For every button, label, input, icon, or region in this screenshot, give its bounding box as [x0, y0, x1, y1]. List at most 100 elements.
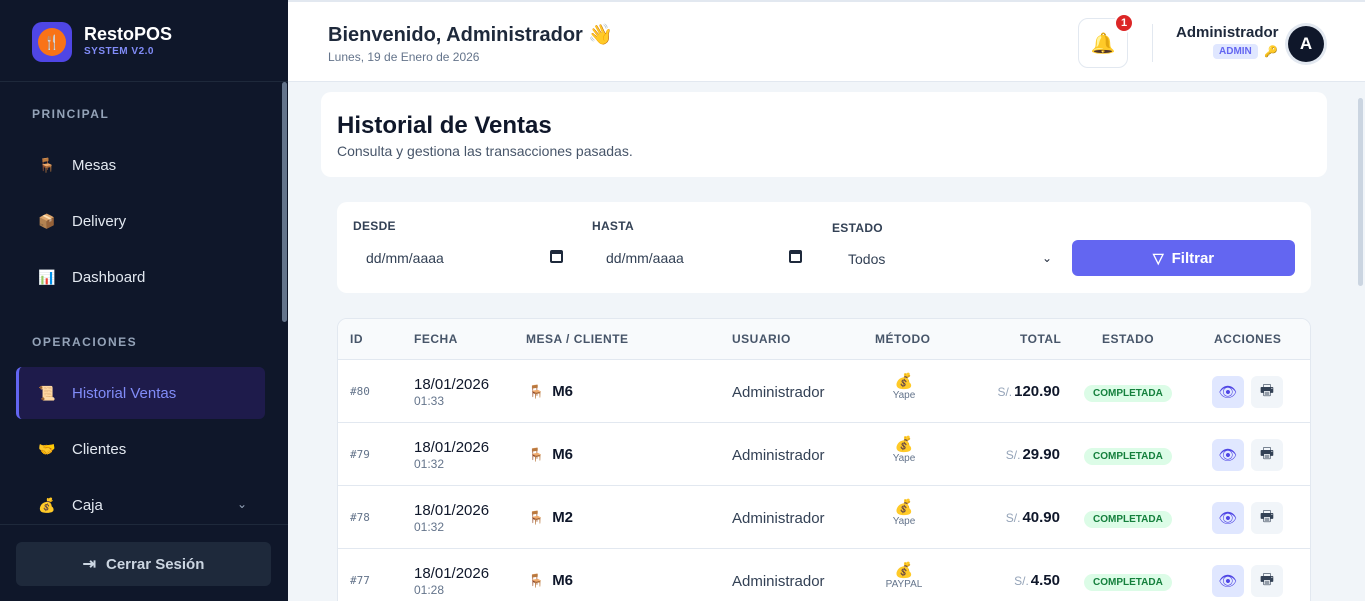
table-row: #78 18/01/2026 01:32 🪑 M2 Administrador 💰…	[338, 486, 1310, 549]
sale-total: S/. 29.90	[1006, 446, 1060, 463]
eye-icon: 👁	[1218, 510, 1238, 527]
sidebar-item-delivery[interactable]: 📦 Delivery	[16, 195, 265, 247]
status-badge: COMPLETADA	[1084, 511, 1172, 528]
sale-user: Administrador	[732, 447, 825, 464]
sidebar-item-clientes[interactable]: 🤝 Clientes	[16, 423, 265, 475]
sale-method: 💰 Yape	[868, 436, 940, 464]
chair-icon: 🪑	[528, 572, 545, 588]
column-header-usuario: USUARIO	[732, 332, 791, 346]
top-header: Bienvenido, Administrador 👋 Lunes, 19 de…	[288, 0, 1365, 82]
sale-user: Administrador	[732, 510, 825, 527]
to-date-input[interactable]: dd/mm/aaaa	[606, 246, 684, 270]
mesa-label: M6	[552, 572, 574, 589]
to-date-label: HASTA	[592, 219, 634, 233]
sidebar-item-dashboard[interactable]: 📊 Dashboard	[16, 251, 265, 303]
total-value: 120.90	[1014, 383, 1060, 400]
column-header-fecha: FECHA	[414, 332, 458, 346]
brand: 🍴 RestoPOS SYSTEM V2.0	[0, 0, 288, 82]
avatar[interactable]: A	[1288, 26, 1324, 62]
calendar-icon[interactable]	[550, 250, 563, 263]
column-header-metodo: MÉTODO	[875, 332, 931, 346]
scroll-icon: 📜	[38, 384, 56, 401]
view-button[interactable]: 👁	[1212, 376, 1244, 408]
sale-time: 01:32	[414, 457, 445, 471]
eye-icon: 👁	[1218, 573, 1238, 590]
print-button[interactable]: 🖶	[1251, 439, 1283, 471]
sidebar-item-label: Clientes	[72, 440, 127, 458]
mesa-label: M6	[552, 383, 574, 400]
sale-id: #80	[350, 385, 370, 398]
status-select[interactable]: Todos	[848, 247, 1058, 271]
printer-icon: 🖶	[1259, 444, 1275, 462]
sidebar-item-historial-ventas[interactable]: 📜 Historial Ventas	[16, 367, 265, 419]
handshake-icon: 🤝	[38, 440, 56, 457]
page-title-card: Historial de Ventas Consulta y gestiona …	[321, 92, 1327, 177]
table-header: ID FECHA MESA / CLIENTE USUARIO MÉTODO T…	[338, 319, 1310, 360]
currency-symbol: S/.	[1005, 511, 1021, 525]
section-title-operaciones: OPERACIONES	[32, 335, 138, 349]
eye-icon: 👁	[1218, 384, 1238, 401]
print-button[interactable]: 🖶	[1251, 502, 1283, 534]
key-icon: 🔑	[1264, 46, 1278, 58]
brand-subtitle: SYSTEM V2.0	[84, 46, 154, 57]
status-badge: COMPLETADA	[1084, 574, 1172, 591]
sale-mesa: 🪑 M6	[528, 446, 573, 463]
table-row: #80 18/01/2026 01:33 🪑 M6 Administrador 💰…	[338, 360, 1310, 423]
view-button[interactable]: 👁	[1212, 502, 1244, 534]
method-label: PAYPAL	[885, 579, 923, 590]
bell-icon: 🔔	[1090, 32, 1116, 55]
money-bag-icon: 💰	[894, 373, 914, 390]
chair-icon: 🪑	[528, 446, 545, 462]
column-header-mesa-cliente: MESA / CLIENTE	[526, 332, 629, 346]
currency-symbol: S/.	[1005, 448, 1021, 462]
from-date-input[interactable]: dd/mm/aaaa	[366, 246, 444, 270]
sale-date: 18/01/2026	[414, 376, 490, 393]
column-header-id: ID	[350, 332, 363, 346]
sale-method: 💰 PAYPAL	[868, 562, 940, 590]
sale-time: 01:33	[414, 394, 445, 408]
sale-total: S/. 40.90	[1006, 509, 1060, 526]
section-title-principal: PRINCIPAL	[32, 107, 110, 121]
money-bag-icon: 💰	[38, 496, 56, 513]
sidebar-scrollbar[interactable]	[282, 82, 287, 322]
sale-date: 18/01/2026	[414, 565, 490, 582]
print-button[interactable]: 🖶	[1251, 376, 1283, 408]
notification-count-badge: 1	[1114, 13, 1134, 33]
view-button[interactable]: 👁	[1212, 439, 1244, 471]
sale-mesa: 🪑 M6	[528, 383, 573, 400]
column-header-acciones: ACCIONES	[1214, 332, 1282, 346]
sale-id: #77	[350, 574, 370, 587]
sale-method: 💰 Yape	[868, 499, 940, 527]
sidebar-item-label: Delivery	[72, 212, 127, 230]
mesa-label: M2	[552, 509, 574, 526]
sidebar-item-label: Caja	[72, 496, 103, 514]
logout-label: Cerrar Sesión	[106, 555, 205, 573]
currency-symbol: S/.	[997, 385, 1013, 399]
status-label: ESTADO	[832, 221, 883, 235]
page-scrollbar[interactable]	[1358, 98, 1363, 286]
welcome-title: Bienvenido, Administrador 👋	[328, 24, 614, 46]
sidebar-item-mesas[interactable]: 🪑 Mesas	[16, 139, 265, 191]
money-bag-icon: 💰	[894, 499, 914, 516]
sale-date: 18/01/2026	[414, 439, 490, 456]
chair-icon: 🪑	[528, 509, 545, 525]
sale-total: S/. 120.90	[997, 383, 1060, 400]
view-button[interactable]: 👁	[1212, 565, 1244, 597]
chevron-down-icon: ⌄	[236, 497, 247, 511]
table-row: #77 18/01/2026 01:28 🪑 M6 Administrador 💰…	[338, 549, 1310, 601]
current-date: Lunes, 19 de Enero de 2026	[328, 50, 480, 64]
from-date-label: DESDE	[353, 219, 396, 233]
user-name: Administrador	[1176, 24, 1279, 41]
sale-mesa: 🪑 M6	[528, 572, 573, 589]
print-button[interactable]: 🖶	[1251, 565, 1283, 597]
printer-icon: 🖶	[1259, 507, 1275, 525]
sale-id: #78	[350, 511, 370, 524]
sale-user: Administrador	[732, 573, 825, 590]
filter-button[interactable]: ▽ Filtrar	[1072, 240, 1295, 276]
sale-total: S/. 4.50	[1014, 572, 1060, 589]
calendar-icon[interactable]	[789, 250, 802, 263]
logout-button[interactable]: ⇥ Cerrar Sesión	[16, 542, 271, 586]
total-value: 4.50	[1030, 572, 1060, 589]
sale-date: 18/01/2026	[414, 502, 490, 519]
column-header-total: TOTAL	[1020, 332, 1062, 346]
